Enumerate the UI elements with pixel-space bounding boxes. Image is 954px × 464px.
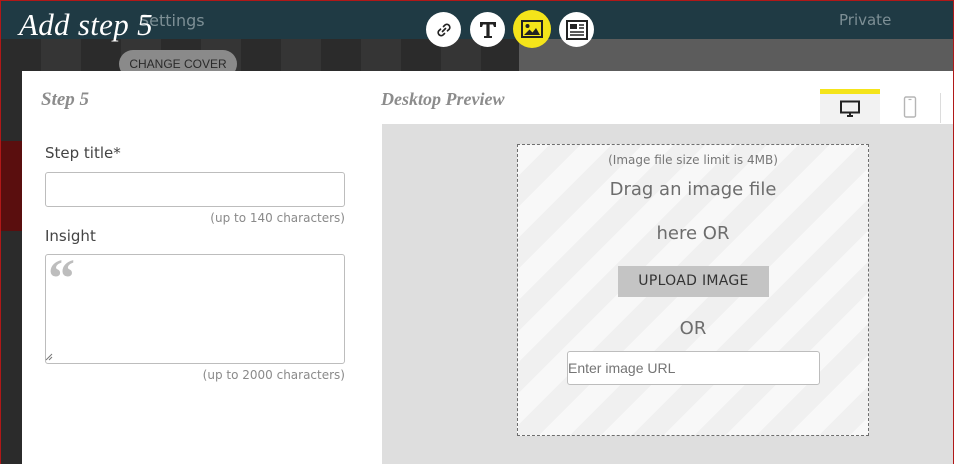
upload-image-button[interactable]: UPLOAD IMAGE bbox=[618, 266, 769, 297]
image-url-input[interactable] bbox=[567, 351, 820, 385]
device-tab-divider bbox=[940, 93, 941, 123]
mobile-preview-tab[interactable] bbox=[880, 89, 940, 124]
desktop-icon bbox=[840, 100, 860, 117]
resize-grip-icon[interactable] bbox=[45, 353, 53, 361]
embed-tool-button[interactable] bbox=[559, 12, 594, 47]
text-icon bbox=[479, 21, 496, 38]
quote-icon: “ bbox=[48, 248, 75, 308]
mobile-icon bbox=[903, 95, 917, 118]
text-tool-button[interactable] bbox=[470, 12, 505, 47]
embed-icon bbox=[565, 19, 588, 40]
dropzone-drag-text: Drag an image file bbox=[609, 179, 777, 200]
insight-textarea[interactable]: “ bbox=[45, 248, 345, 364]
preview-area: (Image file size limit is 4MB) Drag an i… bbox=[382, 124, 953, 464]
dropzone-here-or-text: here OR bbox=[656, 223, 730, 244]
desktop-preview-tab[interactable] bbox=[820, 89, 880, 124]
preview-label: Desktop Preview bbox=[381, 89, 505, 109]
add-step-modal: Step 5 Step title* (up to 140 characters… bbox=[22, 71, 953, 464]
modal-heading: Add step 5 bbox=[19, 7, 153, 42]
insight-hint: (up to 2000 characters) bbox=[202, 368, 345, 382]
image-tool-button[interactable] bbox=[513, 10, 551, 48]
step-title-hint: (up to 140 characters) bbox=[210, 211, 345, 225]
dropzone-or-text: OR bbox=[679, 318, 707, 339]
link-tool-button[interactable] bbox=[426, 12, 461, 47]
image-icon bbox=[521, 20, 543, 38]
insight-label: Insight bbox=[45, 227, 96, 245]
image-dropzone[interactable]: (Image file size limit is 4MB) Drag an i… bbox=[517, 144, 869, 436]
link-icon bbox=[436, 23, 451, 36]
step-title-input[interactable] bbox=[45, 172, 345, 207]
background-privacy-label: Private bbox=[839, 11, 892, 29]
background-cover-accent bbox=[1, 141, 23, 231]
step-title-label: Step title* bbox=[45, 144, 121, 162]
image-size-limit: (Image file size limit is 4MB) bbox=[608, 153, 778, 167]
step-label: Step 5 bbox=[41, 89, 90, 110]
